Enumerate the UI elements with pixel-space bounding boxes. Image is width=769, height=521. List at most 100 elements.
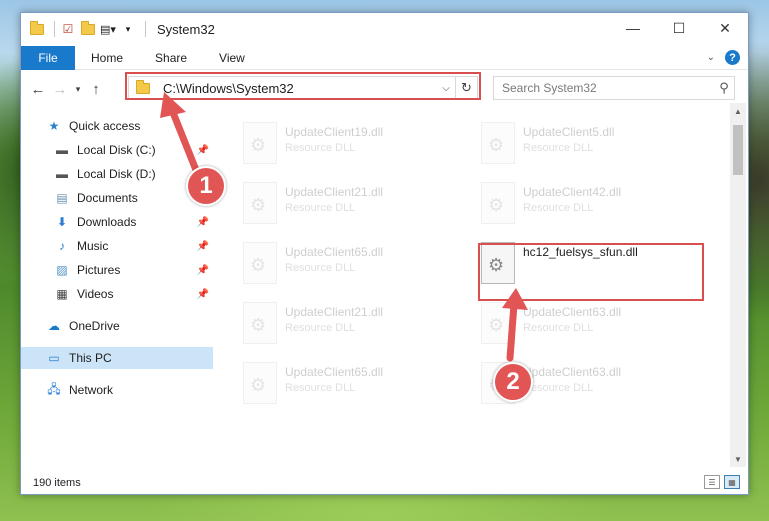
gear-icon: ⚙ <box>488 135 505 155</box>
file-item[interactable]: ⚙ UpdateClient19.dll Resource DLL <box>217 119 449 171</box>
dll-file-icon: ⚙ <box>243 302 277 344</box>
scrollbar-thumb[interactable] <box>733 125 743 175</box>
sidebar-item-label: Documents <box>77 191 138 205</box>
sidebar-item-pictures[interactable]: ▨ Pictures 📌 <box>21 259 213 281</box>
expand-ribbon-icon[interactable]: ⌄ <box>707 52 715 63</box>
properties-icon[interactable]: ☑ <box>60 21 76 37</box>
network-icon: 🖧 <box>47 381 61 396</box>
download-icon: ⬇ <box>56 215 68 229</box>
dll-file-icon: ⚙ <box>481 182 515 224</box>
gear-icon: ⚙ <box>488 195 505 215</box>
tab-view[interactable]: View <box>203 51 261 65</box>
file-name: UpdateClient19.dll <box>285 125 384 139</box>
view-toggle: ☰ ▦ <box>704 475 740 489</box>
dll-file-icon: ⚙ <box>243 182 277 224</box>
sidebar-item-label: Quick access <box>69 119 141 133</box>
tab-home[interactable]: Home <box>75 51 139 65</box>
file-name: UpdateClient63.dll <box>523 365 622 379</box>
maximize-button[interactable]: ☐ <box>656 13 702 43</box>
up-arrow-icon[interactable]: ↑ <box>85 81 107 98</box>
large-icons-view-icon[interactable]: ▦ <box>724 475 740 489</box>
drive-icon: ▬ <box>56 143 68 157</box>
file-type: Resource DLL <box>285 202 356 214</box>
quick-access-toolbar: ☑ ▤▾ ▾ <box>29 20 140 37</box>
file-name: UpdateClient42.dll <box>523 185 622 199</box>
sidebar-item-local-disk-d[interactable]: ▬ Local Disk (D:) <box>21 163 213 185</box>
forward-arrow-icon[interactable]: → <box>49 81 71 98</box>
file-type: Resource DLL <box>285 322 356 334</box>
file-item[interactable]: ⚙ UpdateClient65.dll Resource DLL <box>217 359 449 411</box>
scroll-up-icon[interactable]: ▲ <box>730 103 746 119</box>
gear-icon: ⚙ <box>250 135 267 155</box>
dll-file-icon: ⚙ <box>481 122 515 164</box>
file-item[interactable]: ⚙ UpdateClient42.dll Resource DLL <box>455 179 687 231</box>
search-box[interactable]: Search System32 ⚲ <box>493 76 735 100</box>
file-name: UpdateClient65.dll <box>285 245 384 259</box>
pin-icon: 📌 <box>196 288 209 300</box>
gear-icon: ⚙ <box>488 315 505 335</box>
file-item[interactable]: ⚙ UpdateClient21.dll Resource DLL <box>217 299 449 351</box>
file-type: Resource DLL <box>523 142 594 154</box>
computer-icon: ▭ <box>48 351 60 365</box>
file-name: UpdateClient21.dll <box>285 305 384 319</box>
scroll-down-icon[interactable]: ▼ <box>730 451 746 467</box>
documents-icon: ▤ <box>56 191 68 205</box>
help-icon[interactable]: ? <box>725 50 740 65</box>
star-icon: ★ <box>48 119 60 133</box>
sidebar-item-label: Local Disk (C:) <box>77 143 156 157</box>
search-icon[interactable]: ⚲ <box>714 80 734 96</box>
sidebar-item-label: Music <box>77 239 109 253</box>
chevron-down-icon[interactable]: ▾ <box>120 21 136 37</box>
status-bar: 190 items ☰ ▦ <box>21 471 748 495</box>
item-count: 190 items <box>33 477 81 489</box>
file-type: Resource DLL <box>285 262 356 274</box>
file-item[interactable]: ⚙ UpdateClient5.dll Resource DLL <box>455 119 687 171</box>
sidebar-item-label: This PC <box>69 351 112 365</box>
close-button[interactable]: ✕ <box>702 13 748 43</box>
file-type: Resource DLL <box>285 142 356 154</box>
recent-locations-icon[interactable]: ▾ <box>71 84 85 95</box>
file-item[interactable]: ⚙ UpdateClient63.dllResource DLL <box>455 299 687 351</box>
file-item[interactable]: ⚙ UpdateClient65.dll Resource DLL <box>217 239 449 291</box>
sidebar-item-videos[interactable]: ▦ Videos 📌 <box>21 283 213 305</box>
new-folder-icon[interactable] <box>80 20 96 37</box>
tab-file[interactable]: File <box>21 45 75 70</box>
pin-icon: 📌 <box>196 264 209 276</box>
file-item[interactable]: ⚙ UpdateClient21.dll Resource DLL <box>217 179 449 231</box>
gear-icon: ⚙ <box>250 255 267 275</box>
navigation-pane: ★ Quick access ▬ Local Disk (C:) 📌 ▬ Loc… <box>21 111 213 466</box>
tab-share[interactable]: Share <box>139 51 203 65</box>
minimize-button[interactable]: — <box>610 13 656 43</box>
dll-file-icon: ⚙ <box>243 122 277 164</box>
customize-toolbar-icon[interactable]: ▤▾ <box>100 21 116 37</box>
vertical-scrollbar[interactable]: ▲ ▼ <box>730 103 746 467</box>
navigation-bar: ← → ▾ ↑ C:\Windows\System32 ⌵ ↻ Search S… <box>21 72 748 103</box>
sidebar-item-label: Videos <box>77 287 114 301</box>
sidebar-item-local-disk-c[interactable]: ▬ Local Disk (C:) 📌 <box>21 139 213 161</box>
gear-icon: ⚙ <box>250 375 267 395</box>
file-name: UpdateClient5.dll <box>523 125 615 139</box>
sidebar-item-music[interactable]: ♪ Music 📌 <box>21 235 213 257</box>
address-bar-highlight <box>125 72 481 100</box>
file-item[interactable]: ⚙ UpdateClient63.dllResource DLL <box>455 359 687 411</box>
cloud-icon: ☁ <box>48 319 60 333</box>
pin-icon: 📌 <box>196 144 209 156</box>
dll-file-icon: ⚙ <box>243 242 277 284</box>
window-controls: — ☐ ✕ <box>610 13 748 43</box>
file-name: UpdateClient21.dll <box>285 185 384 199</box>
sidebar-item-downloads[interactable]: ⬇ Downloads 📌 <box>21 211 213 233</box>
details-view-icon[interactable]: ☰ <box>704 475 720 489</box>
drive-icon: ▬ <box>56 167 68 181</box>
dll-file-icon: ⚙ <box>481 302 515 344</box>
sidebar-item-network[interactable]: 🖧 Network <box>21 379 213 401</box>
file-name: UpdateClient63.dll <box>523 305 622 319</box>
step-badge-2: 2 <box>493 362 533 402</box>
sidebar-item-documents[interactable]: ▤ Documents 📌 <box>21 187 213 209</box>
sidebar-item-label: OneDrive <box>69 319 120 333</box>
search-input[interactable]: Search System32 <box>502 81 714 95</box>
sidebar-item-quick-access[interactable]: ★ Quick access <box>21 115 213 137</box>
sidebar-item-this-pc[interactable]: ▭ This PC <box>21 347 213 369</box>
sidebar-item-onedrive[interactable]: ☁ OneDrive <box>21 315 213 337</box>
back-arrow-icon[interactable]: ← <box>27 81 49 98</box>
step-badge-1: 1 <box>186 166 226 206</box>
